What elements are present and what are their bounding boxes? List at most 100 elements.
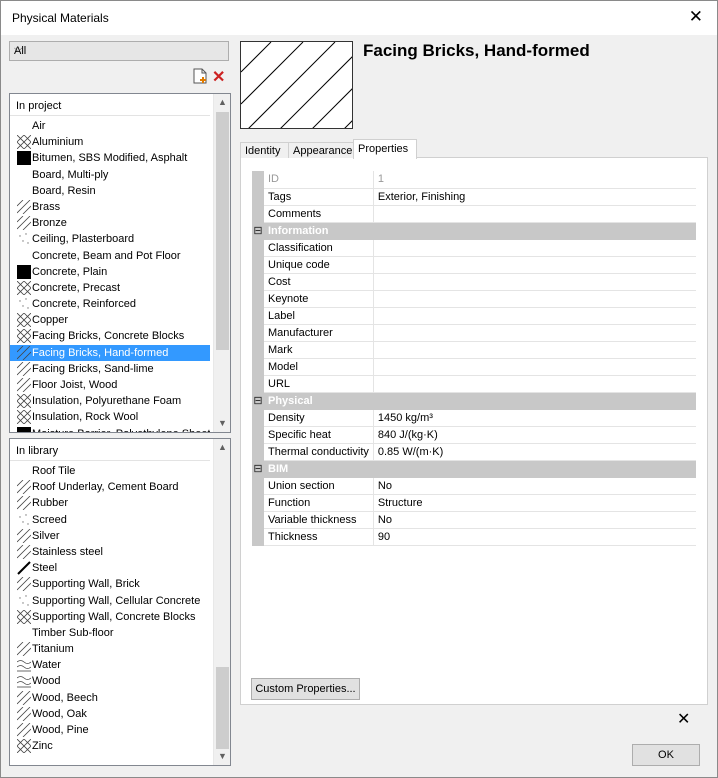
property-value[interactable] [373,273,696,291]
list-item[interactable]: Timber Sub-floor [10,625,210,641]
list-item[interactable]: Concrete, Beam and Pot Floor [10,248,210,264]
list-item[interactable]: Rubber [10,495,210,511]
list-item[interactable]: Insulation, Rock Wool [10,409,210,425]
list-item[interactable]: Facing Bricks, Concrete Blocks [10,328,210,344]
property-row: Keynote [252,290,696,308]
list-item[interactable]: Zinc [10,738,210,754]
property-value[interactable] [373,239,696,257]
scroll-down-icon[interactable]: ▼ [214,748,230,765]
diag-swatch-icon [17,496,31,511]
solid-swatch-icon [17,426,31,432]
scrollbar-thumb[interactable] [216,112,229,350]
category-row[interactable]: ⊟ Information [252,222,696,240]
list-item[interactable]: Moisture Barrier, Polyethylene Sheet [10,426,210,432]
property-value[interactable]: No [373,477,696,495]
category-row[interactable]: ⊟ Physical [252,392,696,410]
list-item[interactable]: Supporting Wall, Concrete Blocks [10,609,210,625]
custom-properties-button[interactable]: Custom Properties... [251,678,360,700]
list-item[interactable]: Titanium [10,641,210,657]
property-value[interactable]: 1450 kg/m³ [373,409,696,427]
property-key: Unique code [264,256,374,274]
in-project-items: Air Aluminium Bitumen, SBS Modified, Aspha… [10,118,210,432]
list-item[interactable]: Facing Bricks, Hand-formed [10,344,210,361]
collapse-icon[interactable]: ⊟ [252,222,264,240]
list-item[interactable]: Supporting Wall, Brick [10,576,210,592]
property-value[interactable]: 90 [373,528,696,546]
list-item[interactable]: Facing Bricks, Sand-lime [10,361,210,377]
property-row: Thermal conductivity 0.85 W/(m·K) [252,443,696,461]
property-value[interactable]: 1 [373,171,696,189]
list-item[interactable]: Roof Underlay, Cement Board [10,479,210,495]
delete-icon[interactable]: ✕ [212,67,225,87]
list-item[interactable]: Water [10,657,210,673]
tab-identity[interactable]: Identity [240,142,289,158]
list-item[interactable]: Stainless steel [10,544,210,560]
list-item[interactable]: Screed [10,512,210,528]
cross-swatch-icon [17,394,31,409]
property-row: URL [252,375,696,393]
cross-swatch-icon [17,739,31,754]
scroll-up-icon[interactable]: ▲ [214,439,230,456]
list-item[interactable]: Roof Tile [10,463,210,479]
list-item[interactable]: Concrete, Plain [10,264,210,280]
tab-appearance[interactable]: Appearance [288,142,354,158]
property-value[interactable] [373,324,696,342]
scrollbar-thumb[interactable] [216,667,229,749]
list-item[interactable]: Bitumen, SBS Modified, Asphalt [10,150,210,166]
list-item-label: Wood, Beech [32,691,98,704]
category-row[interactable]: ⊟ BIM [252,460,696,478]
close-icon[interactable]: ✕ [689,7,703,27]
property-value[interactable]: Exterior, Finishing [373,188,696,206]
property-row: Cost [252,273,696,291]
list-item[interactable]: Concrete, Reinforced [10,296,210,312]
list-item[interactable]: Ceiling, Plasterboard [10,231,210,247]
list-item[interactable]: Air [10,118,210,134]
in-library-scrollbar[interactable]: ▲ ▼ [213,439,230,765]
property-value[interactable]: No [373,511,696,529]
property-value[interactable] [373,307,696,325]
list-item[interactable]: Bronze [10,215,210,231]
list-item[interactable]: Insulation, Polyurethane Foam [10,393,210,409]
property-value[interactable] [373,205,696,223]
scroll-up-icon[interactable]: ▲ [214,94,230,111]
properties-grid: ID 1 Tags Exterior, Finishing Comments ⊟ Infor… [252,171,696,546]
property-key: Keynote [264,290,374,308]
cross-swatch-icon [17,329,31,344]
list-item[interactable]: Board, Resin [10,183,210,199]
list-item[interactable]: Steel [10,560,210,576]
list-item[interactable]: Concrete, Precast [10,280,210,296]
property-value[interactable]: 840 J/(kg·K) [373,426,696,444]
property-value[interactable]: 0.85 W/(m·K) [373,443,696,461]
property-value[interactable] [373,256,696,274]
new-document-icon[interactable] [193,68,207,89]
property-value[interactable] [373,290,696,308]
in-project-scrollbar[interactable]: ▲ ▼ [213,94,230,432]
list-item[interactable]: Silver [10,528,210,544]
property-row: Union section No [252,477,696,495]
list-item[interactable]: Floor Joist, Wood [10,377,210,393]
list-item[interactable]: Board, Multi-ply [10,167,210,183]
property-value[interactable] [373,341,696,359]
filter-dropdown[interactable]: All ⌵ [9,41,229,61]
close-icon[interactable]: ✕ [677,709,690,729]
list-item[interactable]: Wood, Pine [10,722,210,738]
collapse-icon[interactable]: ⊟ [252,460,264,478]
property-value[interactable] [373,358,696,376]
list-item-label: Facing Bricks, Hand-formed [32,346,169,359]
list-item[interactable]: Aluminium [10,134,210,150]
list-item-label: Wood [32,675,61,688]
list-item[interactable]: Copper [10,312,210,328]
list-item[interactable]: Supporting Wall, Cellular Concrete [10,593,210,609]
property-value[interactable]: Structure [373,494,696,512]
list-item[interactable]: Wood [10,673,210,689]
list-item-label: Insulation, Polyurethane Foam [32,395,182,408]
list-item[interactable]: Wood, Oak [10,706,210,722]
scroll-down-icon[interactable]: ▼ [214,415,230,432]
property-row: Variable thickness No [252,511,696,529]
list-item[interactable]: Wood, Beech [10,690,210,706]
list-item[interactable]: Brass [10,199,210,215]
ok-button[interactable]: OK [632,744,700,766]
collapse-icon[interactable]: ⊟ [252,392,264,410]
tab-properties[interactable]: Properties [353,139,417,159]
property-value[interactable] [373,375,696,393]
